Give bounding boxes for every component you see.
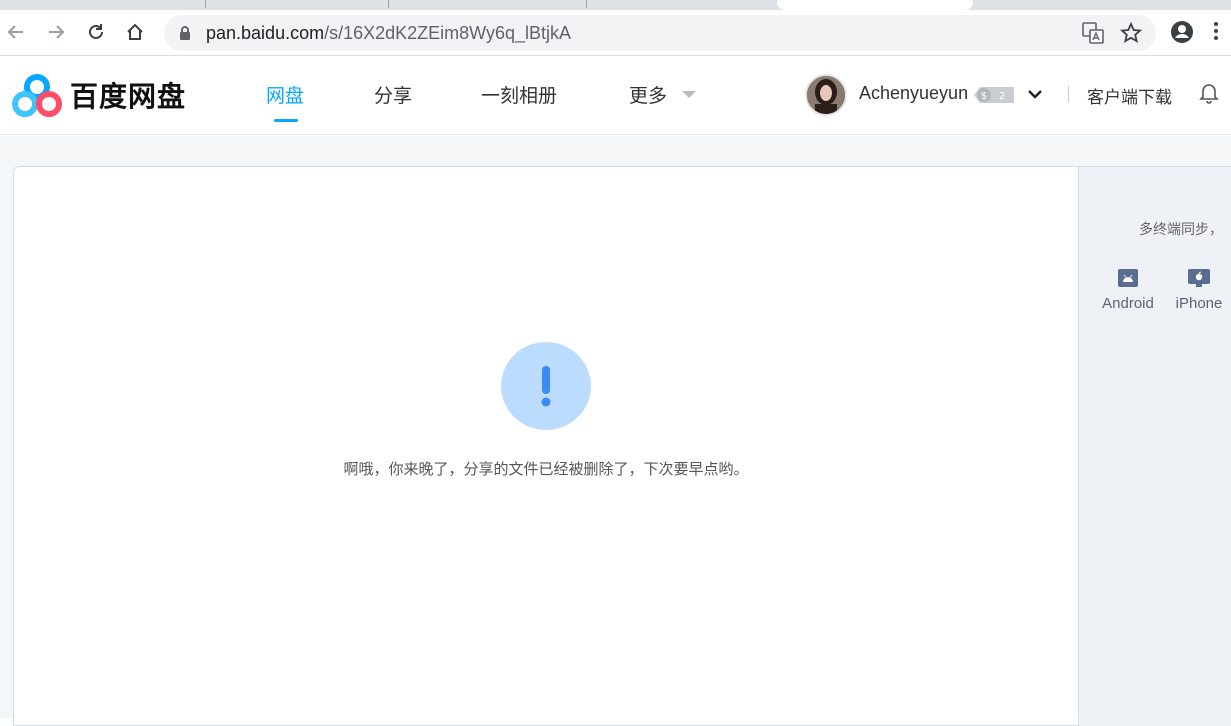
- android-download[interactable]: Android: [1098, 269, 1158, 312]
- home-icon: [127, 23, 143, 40]
- url-path: /s/16X2dK2ZEim8Wy6q_lBtjkA: [324, 23, 572, 43]
- profile-button[interactable]: [1169, 19, 1195, 49]
- active-tab[interactable]: [777, 0, 973, 10]
- tab-separator: [586, 0, 587, 8]
- client-promo-panel: 多终端同步， Android iPhone: [1079, 166, 1231, 726]
- kebab-menu-icon: [1214, 22, 1218, 40]
- browser-menu-button[interactable]: [1212, 19, 1220, 47]
- nav-share[interactable]: 分享: [374, 81, 412, 108]
- svip-badge-icon[interactable]: $ 2: [972, 85, 1016, 105]
- nav-more[interactable]: 更多: [629, 81, 667, 108]
- baidu-netdisk-logo-icon[interactable]: [12, 73, 62, 119]
- url-host: pan.baidu.com: [206, 23, 325, 43]
- iphone-label: iPhone: [1175, 295, 1223, 312]
- alert-badge: [501, 342, 591, 430]
- star-icon[interactable]: [1120, 22, 1142, 44]
- reload-icon: [89, 24, 103, 39]
- iphone-download[interactable]: iPhone: [1169, 269, 1229, 312]
- promo-title: 多终端同步，: [1139, 222, 1223, 238]
- reload-button[interactable]: [82, 18, 110, 46]
- home-button[interactable]: [121, 18, 149, 46]
- chevron-down-icon[interactable]: [1026, 85, 1044, 103]
- logo-text[interactable]: 百度网盘: [70, 75, 186, 115]
- lock-icon: [180, 26, 190, 40]
- browser-toolbar: pan.baidu.com/s/16X2dK2ZEim8Wy6q_lBtjkA: [0, 10, 1231, 56]
- avatar[interactable]: [805, 74, 847, 116]
- client-download-link[interactable]: 客户端下载: [1087, 83, 1172, 108]
- nav-netdisk[interactable]: 网盘: [266, 81, 304, 108]
- expired-share-message: 啊哦，你来晚了，分享的文件已经被删除了，下次要早点哟。: [343, 460, 749, 478]
- android-label: Android: [1102, 295, 1154, 312]
- account-circle-icon: [1171, 21, 1193, 43]
- apple-icon: [1188, 269, 1210, 287]
- caret-down-icon[interactable]: [682, 91, 696, 98]
- android-icon: [1118, 269, 1138, 287]
- share-content-card: 啊哦，你来晚了，分享的文件已经被删除了，下次要早点哟。: [13, 166, 1079, 726]
- exclamation-icon: [541, 366, 551, 407]
- avatar-image: [807, 76, 845, 114]
- tab-separator: [205, 0, 206, 8]
- bell-icon[interactable]: [1199, 82, 1219, 104]
- nav-album[interactable]: 一刻相册: [481, 81, 557, 108]
- tab-separator: [388, 0, 389, 8]
- translate-icon[interactable]: [1082, 22, 1104, 44]
- arrow-left-icon: [7, 25, 23, 39]
- svg-text:$: $: [981, 91, 987, 102]
- url-text[interactable]: pan.baidu.com/s/16X2dK2ZEim8Wy6q_lBtjkA: [206, 23, 571, 44]
- arrow-right-icon: [49, 25, 65, 39]
- header-divider: [1068, 86, 1069, 102]
- username[interactable]: Achenyueyun: [859, 83, 968, 104]
- tab-strip: [0, 0, 1231, 10]
- address-bar[interactable]: pan.baidu.com/s/16X2dK2ZEim8Wy6q_lBtjkA: [164, 15, 1156, 51]
- nav-active-indicator: [274, 119, 298, 122]
- forward-button[interactable]: [42, 18, 70, 46]
- vip-level: 2: [999, 91, 1005, 102]
- back-button[interactable]: [2, 18, 30, 46]
- site-header: 百度网盘 网盘 分享 一刻相册 更多 Achenyueyun $ 2 客户端下载: [0, 57, 1231, 135]
